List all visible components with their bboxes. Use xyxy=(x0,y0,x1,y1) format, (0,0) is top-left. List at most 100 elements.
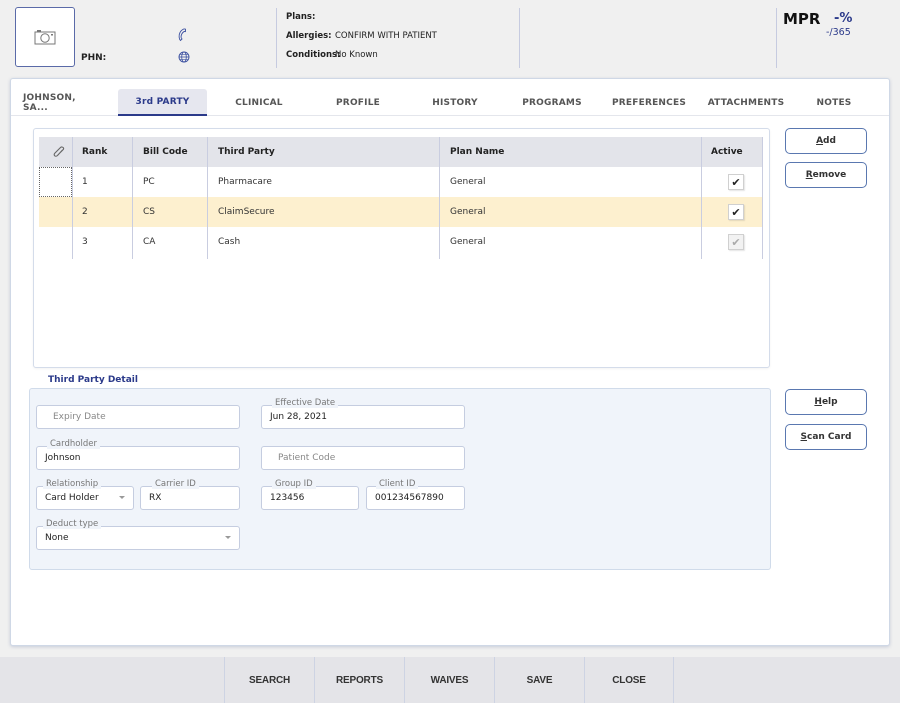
conditions-value: No Known xyxy=(335,50,378,60)
carrier-id-label: Carrier ID xyxy=(152,479,199,489)
active-checkbox[interactable]: ✔ xyxy=(728,174,744,190)
tab-patient[interactable]: JOHNSON, SA... xyxy=(23,89,99,116)
carrier-id-field[interactable]: RX xyxy=(140,486,240,510)
conditions-label: Conditions: xyxy=(286,50,341,60)
conditions-row: Conditions: No Known xyxy=(286,50,437,69)
table-row[interactable]: 3 CA Cash General ✔ xyxy=(39,227,763,257)
client-id-field[interactable]: 001234567890 xyxy=(366,486,465,510)
deduct-type-dropdown[interactable]: None xyxy=(36,526,240,550)
header-divider xyxy=(276,8,277,68)
attachment-column-header[interactable] xyxy=(47,137,71,167)
remove-label: emove xyxy=(812,170,847,180)
rank-cell: 1 xyxy=(82,177,88,187)
paperclip-icon xyxy=(53,145,65,157)
help-hotkey: H xyxy=(814,397,822,407)
plan-name-cell: General xyxy=(450,177,486,187)
globe-icon[interactable] xyxy=(178,51,190,63)
plan-name-cell: General xyxy=(450,237,486,247)
tab-3rd-party[interactable]: 3rd PARTY xyxy=(118,89,207,116)
add-button[interactable]: Add xyxy=(785,128,867,154)
remove-button[interactable]: Remove xyxy=(785,162,867,188)
phn-label: PHN: xyxy=(81,53,107,63)
rank-cell: 3 xyxy=(82,237,88,247)
patient-photo[interactable] xyxy=(15,7,75,67)
mpr-days: -/365 xyxy=(826,27,851,38)
help-label: elp xyxy=(821,397,838,407)
tab-preferences[interactable]: PREFERENCES xyxy=(609,89,689,116)
search-button[interactable]: SEARCH xyxy=(224,657,314,703)
active-checkbox[interactable]: ✔ xyxy=(728,204,744,220)
waives-button[interactable]: WAIVES xyxy=(404,657,494,703)
third-party-detail: Expiry Date Jun 28, 2021 Effective Date … xyxy=(29,388,771,570)
close-button[interactable]: CLOSE xyxy=(584,657,674,703)
camera-icon xyxy=(34,30,56,45)
bill-code-cell: CA xyxy=(143,237,156,247)
allergies-row: Allergies: CONFIRM WITH PATIENT xyxy=(286,31,437,50)
tab-history[interactable]: HISTORY xyxy=(415,89,495,116)
relationship-dropdown[interactable]: Card Holder xyxy=(36,486,134,510)
chevron-down-icon xyxy=(119,496,125,499)
focused-cell[interactable] xyxy=(39,167,72,197)
active-checkbox-disabled: ✔ xyxy=(728,234,744,250)
add-label: dd xyxy=(823,136,836,146)
cardholder-label: Cardholder xyxy=(47,439,100,449)
bill-code-column-header[interactable]: Bill Code xyxy=(143,137,188,167)
add-hotkey: A xyxy=(816,136,824,146)
third-party-cell: Cash xyxy=(218,237,241,247)
effective-date-field[interactable]: Jun 28, 2021 xyxy=(261,405,465,429)
allergies-label: Allergies: xyxy=(286,31,332,41)
phone-icon[interactable] xyxy=(177,28,189,42)
patient-code-field[interactable]: Patient Code xyxy=(261,446,465,470)
column-divider xyxy=(762,137,763,259)
table-row[interactable]: 1 PC Pharmacare General ✔ xyxy=(39,167,763,197)
column-divider xyxy=(701,137,702,259)
allergies-value: CONFIRM WITH PATIENT xyxy=(335,31,437,41)
header-divider xyxy=(519,8,520,68)
third-party-grid[interactable]: Rank Bill Code Third Party Plan Name Act… xyxy=(33,128,770,368)
remove-hotkey: R xyxy=(805,170,813,180)
plans-row: Plans: xyxy=(286,12,437,31)
column-divider xyxy=(207,137,208,259)
expiry-date-field[interactable]: Expiry Date xyxy=(36,405,240,429)
mpr-percent: -% xyxy=(834,11,853,26)
plans-label: Plans: xyxy=(286,12,316,22)
column-divider xyxy=(132,137,133,259)
third-party-detail-legend: Third Party Detail xyxy=(48,375,143,385)
tab-bar: JOHNSON, SA... 3rd PARTY CLINICAL PROFIL… xyxy=(11,89,889,116)
scan-card-button[interactable]: Scan Card xyxy=(785,424,867,450)
plan-name-cell: General xyxy=(450,207,486,217)
column-divider xyxy=(72,137,73,259)
tab-programs[interactable]: PROGRAMS xyxy=(512,89,592,116)
grid-header: Rank Bill Code Third Party Plan Name Act… xyxy=(39,137,763,167)
rank-column-header[interactable]: Rank xyxy=(82,137,107,167)
help-button[interactable]: Help xyxy=(785,389,867,415)
third-party-column-header[interactable]: Third Party xyxy=(218,137,275,167)
tab-notes[interactable]: NOTES xyxy=(799,89,869,116)
mpr-label: MPR xyxy=(783,10,821,28)
save-button[interactable]: SAVE xyxy=(494,657,584,703)
third-party-cell: Pharmacare xyxy=(218,177,272,187)
bill-code-cell: PC xyxy=(143,177,155,187)
tab-attachments[interactable]: ATTACHMENTS xyxy=(703,89,789,116)
main-panel: JOHNSON, SA... 3rd PARTY CLINICAL PROFIL… xyxy=(10,78,890,646)
header-divider xyxy=(776,8,777,68)
patient-header: PHN: Plans: Allergies: CONFIRM WITH PATI… xyxy=(0,0,900,75)
cardholder-field[interactable]: Johnson xyxy=(36,446,240,470)
bottom-toolbar: SEARCH REPORTS WAIVES SAVE CLOSE xyxy=(0,657,900,703)
plan-name-column-header[interactable]: Plan Name xyxy=(450,137,504,167)
relationship-value: Card Holder xyxy=(45,493,99,503)
column-divider xyxy=(439,137,440,259)
effective-date-label: Effective Date xyxy=(272,398,339,408)
patient-info: Plans: Allergies: CONFIRM WITH PATIENT C… xyxy=(286,12,437,69)
active-column-header[interactable]: Active xyxy=(711,137,743,167)
group-id-field[interactable]: 123456 xyxy=(261,486,359,510)
scan-label: can Card xyxy=(806,432,852,442)
tab-clinical[interactable]: CLINICAL xyxy=(219,89,299,116)
reports-button[interactable]: REPORTS xyxy=(314,657,404,703)
group-id-label: Group ID xyxy=(272,479,316,489)
tab-profile[interactable]: PROFILE xyxy=(318,89,398,116)
rank-cell: 2 xyxy=(82,207,88,217)
third-party-cell: ClaimSecure xyxy=(218,207,275,217)
table-row-selected[interactable]: 2 CS ClaimSecure General ✔ xyxy=(39,197,763,227)
deduct-type-value: None xyxy=(45,533,69,543)
